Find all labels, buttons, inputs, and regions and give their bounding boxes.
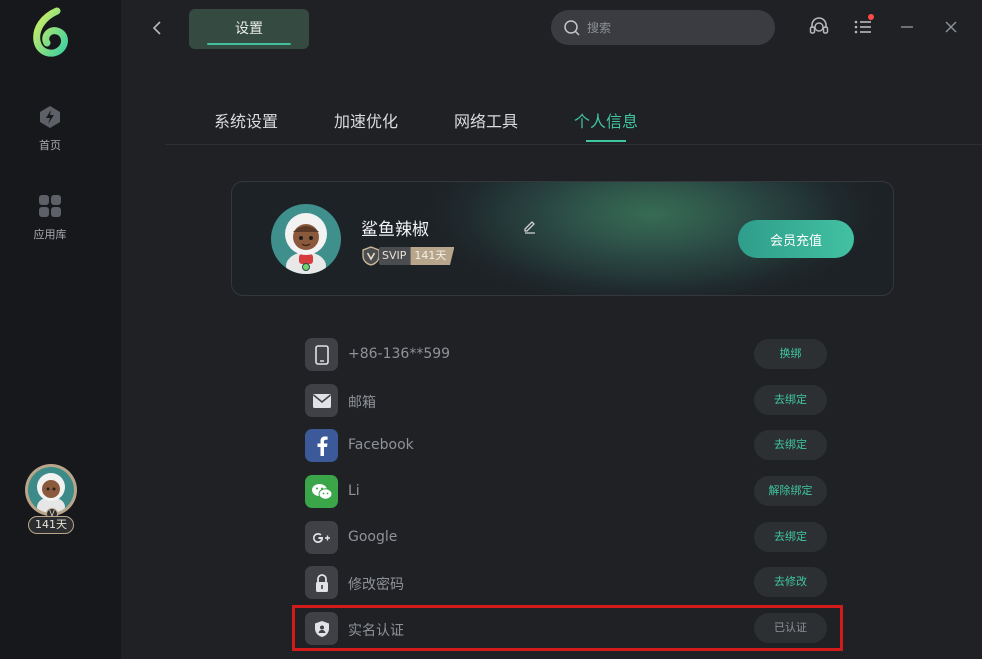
user-avatar-button[interactable]: V 141天	[22, 462, 80, 536]
phone-icon	[305, 338, 338, 371]
sidebar-item-home[interactable]: 首页	[0, 104, 100, 153]
menu-button[interactable]	[850, 14, 876, 40]
tab-network-tools[interactable]: 网络工具	[454, 108, 518, 132]
notification-dot	[868, 14, 874, 20]
account-label: 修改密码	[348, 577, 404, 593]
title-underline	[207, 43, 291, 45]
profile-card: 鲨鱼辣椒 SVIP 141天 会员充值	[231, 181, 894, 296]
search-icon	[564, 19, 580, 36]
account-label: +86-136**599	[348, 346, 451, 362]
unbind-wechat-button[interactable]: 解除绑定	[754, 476, 827, 506]
account-row-email: 邮箱 去绑定	[305, 384, 827, 418]
sidebar-item-apps[interactable]: 应用库	[0, 193, 100, 242]
vip-badge: SVIP 141天	[361, 246, 455, 266]
active-tab-indicator	[586, 140, 626, 142]
vip-days: 141天	[410, 247, 455, 265]
account-row-wechat: Li 解除绑定	[305, 475, 827, 509]
left-rail: 首页 应用库 V 141天	[0, 0, 121, 659]
vip-level: SVIP	[379, 247, 411, 265]
facebook-icon	[305, 429, 338, 462]
tab-acceleration[interactable]: 加速优化	[334, 108, 398, 132]
account-label: Li	[348, 483, 360, 499]
google-icon	[305, 521, 338, 554]
online-status-dot	[302, 263, 310, 271]
bind-facebook-button[interactable]: 去绑定	[754, 430, 827, 460]
wechat-icon	[305, 475, 338, 508]
minimize-icon	[901, 26, 913, 28]
app-logo	[29, 7, 73, 59]
back-button[interactable]	[146, 16, 168, 40]
account-row-facebook: Facebook 去绑定	[305, 429, 827, 463]
search-input[interactable]	[587, 20, 767, 35]
account-row-google: Google 去绑定	[305, 521, 827, 555]
tab-personal-info[interactable]: 个人信息	[574, 108, 638, 132]
username: 鲨鱼辣椒	[361, 220, 429, 240]
rebind-phone-button[interactable]: 换绑	[754, 339, 827, 369]
highlight-box	[292, 605, 843, 651]
sidebar-item-label: 应用库	[33, 228, 67, 241]
account-row-phone: +86-136**599 换绑	[305, 338, 827, 372]
account-row-password: 修改密码 去修改	[305, 566, 827, 600]
lightning-icon	[37, 104, 63, 130]
settings-title-tab[interactable]: 设置	[189, 9, 309, 49]
account-label: 邮箱	[348, 395, 376, 411]
close-icon	[945, 21, 957, 33]
avatar-days-badge: 141天	[28, 516, 74, 534]
recharge-button[interactable]: 会员充值	[738, 220, 854, 258]
tab-system-settings[interactable]: 系统设置	[214, 108, 278, 132]
edit-icon[interactable]	[522, 218, 538, 234]
bind-email-button[interactable]: 去绑定	[754, 385, 827, 415]
mail-icon	[305, 384, 338, 417]
headset-icon	[809, 17, 829, 34]
chevron-left-icon	[152, 21, 161, 35]
customer-service-button[interactable]	[806, 14, 832, 40]
change-password-button[interactable]: 去修改	[754, 567, 827, 597]
account-label: Google	[348, 529, 398, 545]
account-label: Facebook	[348, 437, 414, 453]
search-box[interactable]	[551, 10, 775, 45]
list-menu-icon	[854, 20, 871, 34]
close-button[interactable]	[938, 14, 964, 40]
vip-shield-icon	[362, 246, 380, 266]
tabs-divider	[165, 144, 982, 145]
avatar	[28, 467, 74, 513]
minimize-button[interactable]	[894, 14, 920, 40]
lock-icon	[305, 566, 338, 599]
sidebar-item-label: 首页	[39, 139, 61, 152]
bind-google-button[interactable]: 去绑定	[754, 522, 827, 552]
grid-icon	[37, 193, 63, 219]
